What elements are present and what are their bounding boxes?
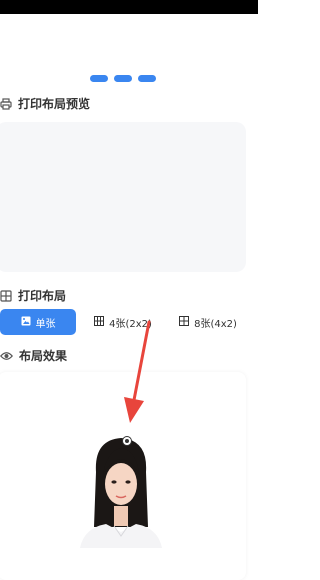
annotation-arrow — [124, 320, 151, 423]
